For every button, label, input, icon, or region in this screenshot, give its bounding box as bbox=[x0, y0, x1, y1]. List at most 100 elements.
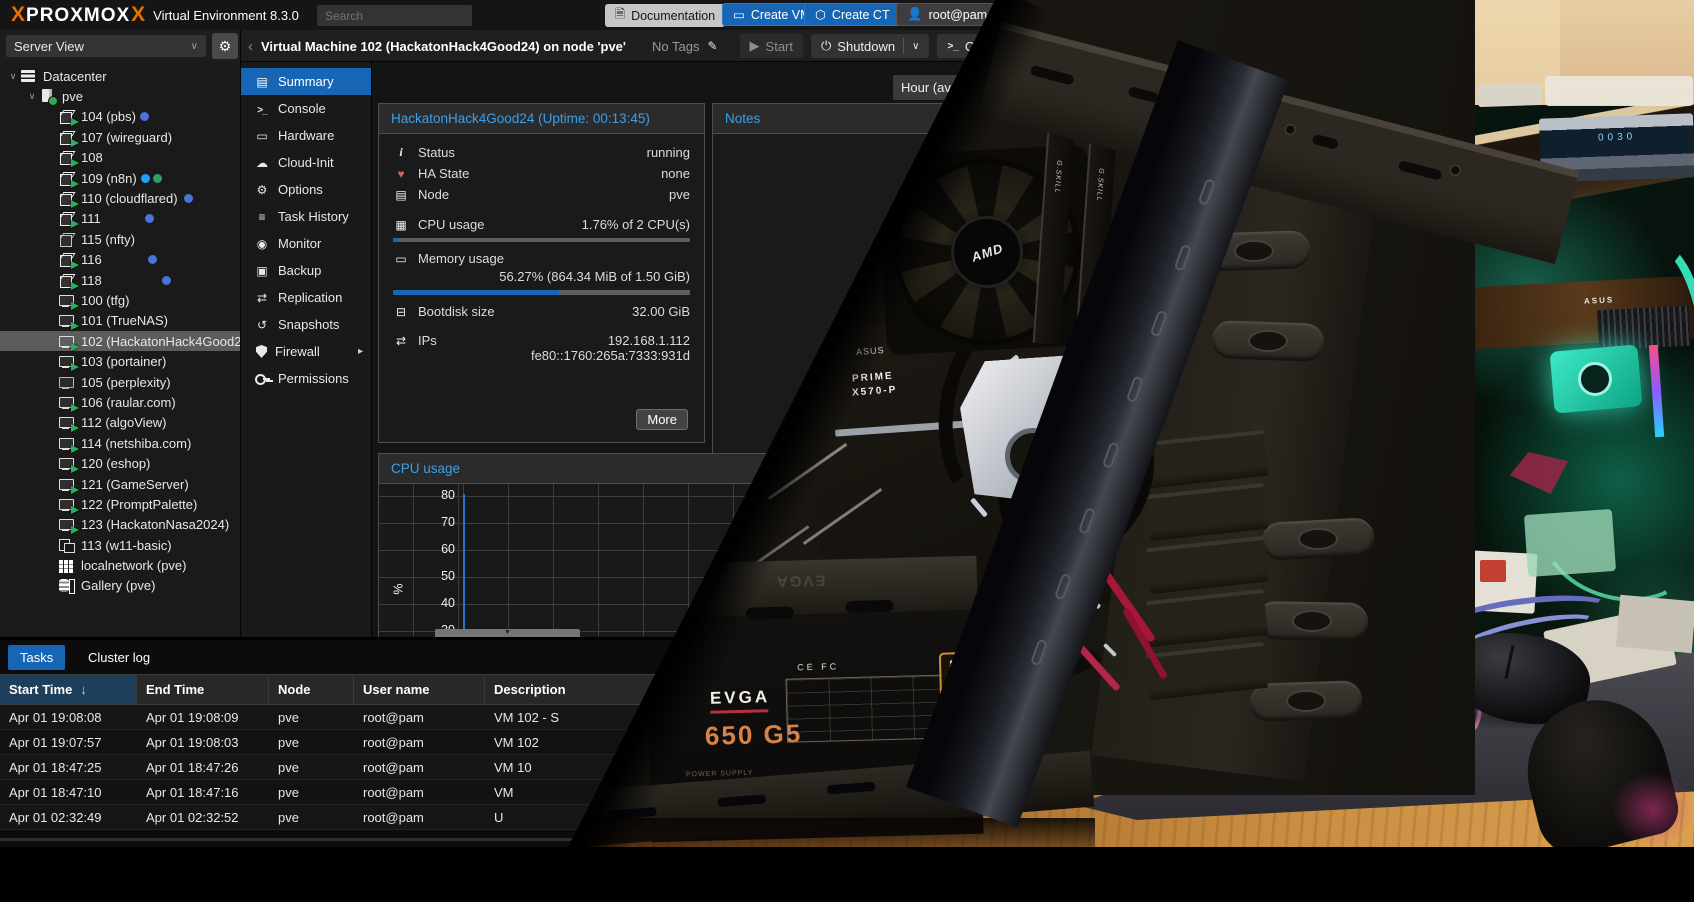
tree-item[interactable]: 103 (portainer) bbox=[0, 351, 240, 371]
tree-item[interactable]: 115 (nfty) bbox=[0, 229, 240, 249]
front-vent bbox=[1198, 178, 1216, 206]
frame-slot bbox=[1128, 86, 1160, 103]
tree-item[interactable]: 113 (w11-basic) bbox=[0, 535, 240, 555]
status-dot bbox=[145, 214, 154, 223]
running-badge-icon bbox=[71, 343, 79, 351]
tree-item[interactable]: 120 (eshop) bbox=[0, 453, 240, 473]
tree-item-label: 115 (nfty) bbox=[81, 232, 135, 247]
tree-item-icon bbox=[58, 313, 75, 328]
running-badge-icon bbox=[71, 445, 79, 453]
tree-item[interactable]: ∨ pve bbox=[0, 86, 240, 106]
cell-node: pve bbox=[269, 705, 354, 729]
tree-item[interactable]: 107 (wireguard) bbox=[0, 127, 240, 147]
disk-icon: ⊟ bbox=[393, 305, 409, 319]
edit-tags-icon[interactable]: ✎ bbox=[707, 39, 717, 53]
chevron-down-icon[interactable]: ∨ bbox=[912, 41, 919, 52]
menu-item[interactable]: Summary bbox=[241, 68, 371, 95]
tree-item-label: 107 (wireguard) bbox=[81, 130, 172, 145]
search-input[interactable] bbox=[317, 5, 472, 26]
documentation-button[interactable]: 🗎Documentation bbox=[605, 4, 725, 27]
tree-item[interactable]: 102 (HackatonHack4Good24) bbox=[0, 331, 240, 351]
menu-item-label: Hardware bbox=[278, 128, 334, 143]
ram-brand-text: G.SKILL bbox=[1053, 160, 1062, 194]
divider bbox=[903, 38, 904, 54]
psu-cert-marks: CE FC bbox=[797, 661, 839, 672]
paper bbox=[1616, 595, 1694, 653]
tree-item[interactable]: 108 bbox=[0, 148, 240, 168]
running-badge-icon bbox=[71, 220, 79, 228]
more-button[interactable]: More bbox=[636, 409, 688, 430]
tree-item-icon bbox=[58, 538, 75, 553]
tree-item[interactable]: 105 (perplexity) bbox=[0, 372, 240, 392]
brand-name: PROXMOX bbox=[26, 5, 130, 26]
tree-item[interactable]: 114 (netshiba.com) bbox=[0, 433, 240, 453]
proxmox-logo: XPROXMOXX bbox=[10, 3, 146, 27]
menu-item[interactable]: Hardware bbox=[241, 122, 371, 149]
menu-item[interactable]: Backup bbox=[241, 257, 371, 284]
running-badge-icon bbox=[71, 465, 79, 473]
cell-start-time: Apr 01 18:47:10 bbox=[0, 780, 137, 804]
start-button[interactable]: ▶Start bbox=[740, 34, 803, 58]
tree-item[interactable]: 118 bbox=[0, 270, 240, 290]
tree-item[interactable]: 110 (cloudflared) bbox=[0, 188, 240, 208]
tree-item[interactable]: 101 (TrueNAS) bbox=[0, 311, 240, 331]
tree-item-label: 110 (cloudflared) bbox=[81, 191, 178, 206]
col-end-time[interactable]: End Time bbox=[137, 675, 269, 704]
tree-item[interactable]: 122 (PromptPalette) bbox=[0, 494, 240, 514]
tree-item[interactable]: Gallery (pve) bbox=[0, 576, 240, 596]
cell-user-name: root@pam bbox=[354, 805, 485, 829]
menu-item-label: Replication bbox=[278, 290, 342, 305]
book-icon: 🗎 bbox=[615, 5, 625, 26]
tree-item[interactable]: 116 bbox=[0, 250, 240, 270]
tree-item[interactable]: 106 (raular.com) bbox=[0, 392, 240, 412]
menu-item-icon bbox=[254, 102, 270, 116]
menu-item[interactable]: Firewall ▸ bbox=[241, 338, 371, 365]
bay-latch-knob bbox=[1298, 528, 1338, 550]
tree-item[interactable]: 123 (HackatonNasa2024) bbox=[0, 515, 240, 535]
caret-icon[interactable]: ∨ bbox=[25, 91, 39, 102]
tree-item-icon bbox=[58, 211, 75, 226]
tree-item-icon bbox=[58, 171, 75, 186]
tree-item[interactable]: ∨ Datacenter bbox=[0, 66, 240, 86]
tree-item[interactable]: 100 (tfg) bbox=[0, 290, 240, 310]
running-badge-icon bbox=[71, 261, 79, 269]
menu-item[interactable]: Console bbox=[241, 95, 371, 122]
storage-bin bbox=[1545, 76, 1693, 106]
status-dot bbox=[140, 112, 149, 121]
cell-user-name: root@pam bbox=[354, 755, 485, 779]
caret-icon[interactable]: ∨ bbox=[6, 71, 20, 82]
menu-item[interactable]: Permissions bbox=[241, 365, 371, 392]
tree-item[interactable]: 111 bbox=[0, 209, 240, 229]
col-start-time[interactable]: Start Time↓ bbox=[0, 675, 137, 704]
amd-logo-cap: AMD bbox=[951, 216, 1023, 288]
menu-item[interactable]: Replication bbox=[241, 284, 371, 311]
horizontal-scrollbar[interactable]: ▼ bbox=[435, 629, 580, 637]
psu-notch bbox=[845, 600, 893, 613]
tree-item[interactable]: localnetwork (pve) bbox=[0, 555, 240, 575]
col-node[interactable]: Node bbox=[269, 675, 354, 704]
tree-item[interactable]: 112 (algoView) bbox=[0, 413, 240, 433]
back-chevron-icon[interactable]: ‹ bbox=[248, 38, 253, 55]
menu-item[interactable]: Options bbox=[241, 176, 371, 203]
menu-item[interactable]: Task History bbox=[241, 203, 371, 230]
tree-item-icon bbox=[58, 415, 75, 430]
sidebar-settings-button[interactable]: ⚙ bbox=[212, 33, 238, 59]
col-user-name[interactable]: User name bbox=[354, 675, 485, 704]
tree-item-label: 103 (portainer) bbox=[81, 354, 166, 369]
tree-item[interactable]: 109 (n8n) bbox=[0, 168, 240, 188]
shutdown-button[interactable]: ⏻Shutdown ∨ bbox=[811, 34, 929, 58]
tree-item[interactable]: 121 (GameServer) bbox=[0, 474, 240, 494]
status-dot bbox=[153, 174, 162, 183]
tab-tasks[interactable]: Tasks bbox=[8, 645, 65, 670]
server-view-dropdown[interactable]: Server View∨ bbox=[6, 35, 206, 57]
tab-cluster-log[interactable]: Cluster log bbox=[76, 645, 162, 670]
tree-item-label: 101 (TrueNAS) bbox=[81, 313, 168, 328]
tree-item[interactable]: 104 (pbs) bbox=[0, 107, 240, 127]
cpu-usage-row: ▦CPU usage 1.76% of 2 CPU(s) bbox=[379, 214, 704, 235]
cell-end-time: Apr 01 02:32:52 bbox=[137, 805, 269, 829]
create-ct-button[interactable]: ⬡Create CT bbox=[804, 3, 901, 26]
menu-item[interactable]: Snapshots bbox=[241, 311, 371, 338]
menu-item[interactable]: Monitor bbox=[241, 230, 371, 257]
menu-item[interactable]: Cloud-Init bbox=[241, 149, 371, 176]
status-dot bbox=[141, 174, 150, 183]
